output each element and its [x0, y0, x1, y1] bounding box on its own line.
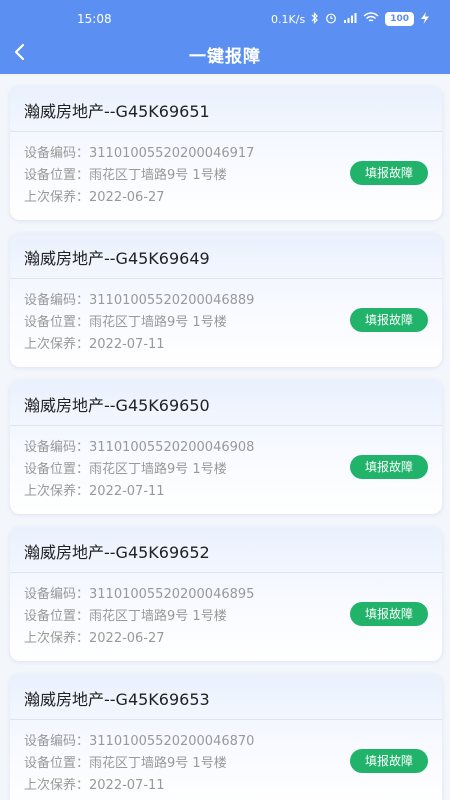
last-maintenance-value: 2022-06-27	[89, 631, 165, 646]
device-info: 设备编码：31101005520200046870 设备位置：雨花区丁墙路9号 …	[24, 731, 254, 797]
report-fault-button[interactable]: 填报故障	[350, 455, 428, 479]
wifi-icon	[363, 12, 379, 26]
device-title: 瀚威房地产--G45K69651	[24, 102, 210, 121]
last-maintenance-label: 上次保养：	[24, 484, 90, 499]
device-location-value: 雨花区丁墙路9号 1号楼	[89, 462, 227, 477]
device-card[interactable]: 瀚威房地产--G45K69653 设备编码：311010055202000468…	[10, 674, 442, 800]
last-maintenance-row: 上次保养：2022-06-27	[24, 628, 254, 650]
device-code-label: 设备编码：	[24, 587, 90, 602]
device-location-value: 雨花区丁墙路9号 1号楼	[89, 756, 227, 771]
report-fault-button[interactable]: 填报故障	[350, 308, 428, 332]
device-location-label: 设备位置：	[24, 756, 90, 771]
device-code-row: 设备编码：31101005520200046908	[24, 437, 254, 459]
device-location-row: 设备位置：雨花区丁墙路9号 1号楼	[24, 606, 254, 628]
battery-indicator: 100	[385, 12, 414, 26]
last-maintenance-value: 2022-07-11	[89, 484, 165, 499]
device-code-row: 设备编码：31101005520200046870	[24, 731, 254, 753]
device-info: 设备编码：31101005520200046908 设备位置：雨花区丁墙路9号 …	[24, 437, 254, 503]
device-info: 设备编码：31101005520200046889 设备位置：雨花区丁墙路9号 …	[24, 290, 254, 356]
signal-icon	[343, 12, 357, 26]
last-maintenance-value: 2022-07-11	[89, 778, 165, 793]
device-title: 瀚威房地产--G45K69653	[24, 690, 210, 709]
alarm-icon	[325, 12, 337, 26]
last-maintenance-value: 2022-06-27	[89, 190, 165, 205]
device-card[interactable]: 瀚威房地产--G45K69651 设备编码：311010055202000469…	[10, 86, 442, 220]
device-code-row: 设备编码：31101005520200046917	[24, 143, 254, 165]
device-code-value: 31101005520200046908	[89, 440, 255, 455]
last-maintenance-label: 上次保养：	[24, 778, 90, 793]
report-fault-button[interactable]: 填报故障	[350, 161, 428, 185]
bluetooth-icon	[311, 12, 319, 26]
last-maintenance-label: 上次保养：	[24, 631, 90, 646]
device-location-value: 雨花区丁墙路9号 1号楼	[89, 315, 227, 330]
last-maintenance-label: 上次保养：	[24, 337, 90, 352]
divider	[10, 425, 442, 426]
last-maintenance-row: 上次保养：2022-07-11	[24, 334, 254, 356]
device-code-value: 31101005520200046889	[89, 293, 255, 308]
device-code-value: 31101005520200046895	[89, 587, 255, 602]
device-location-row: 设备位置：雨花区丁墙路9号 1号楼	[24, 312, 254, 334]
device-card[interactable]: 瀚威房地产--G45K69649 设备编码：311010055202000468…	[10, 233, 442, 367]
status-bar: 15:08 0.1K/s 100	[0, 0, 450, 36]
device-code-row: 设备编码：31101005520200046895	[24, 584, 254, 606]
last-maintenance-row: 上次保养：2022-07-11	[24, 775, 254, 797]
device-code-label: 设备编码：	[24, 440, 90, 455]
device-location-value: 雨花区丁墙路9号 1号楼	[89, 168, 227, 183]
status-time: 15:08	[77, 12, 112, 26]
net-speed: 0.1K/s	[271, 12, 306, 26]
device-card[interactable]: 瀚威房地产--G45K69650 设备编码：311010055202000469…	[10, 380, 442, 514]
device-list: 瀚威房地产--G45K69651 设备编码：311010055202000469…	[10, 86, 442, 800]
device-title: 瀚威房地产--G45K69650	[24, 396, 210, 415]
divider	[10, 572, 442, 573]
divider	[10, 131, 442, 132]
device-location-label: 设备位置：	[24, 315, 90, 330]
device-location-row: 设备位置：雨花区丁墙路9号 1号楼	[24, 753, 254, 775]
app-header: 15:08 0.1K/s 100 一键报障	[0, 0, 450, 74]
device-location-label: 设备位置：	[24, 168, 90, 183]
device-card[interactable]: 瀚威房地产--G45K69652 设备编码：311010055202000468…	[10, 527, 442, 661]
device-title: 瀚威房地产--G45K69649	[24, 249, 210, 268]
report-fault-button[interactable]: 填报故障	[350, 602, 428, 626]
device-code-label: 设备编码：	[24, 293, 90, 308]
device-code-value: 31101005520200046917	[89, 146, 255, 161]
title-bar: 一键报障	[0, 36, 450, 74]
device-code-row: 设备编码：31101005520200046889	[24, 290, 254, 312]
status-icons: 0.1K/s 100	[271, 12, 430, 26]
device-info: 设备编码：31101005520200046895 设备位置：雨花区丁墙路9号 …	[24, 584, 254, 650]
page-title: 一键报障	[189, 47, 261, 67]
divider	[10, 719, 442, 720]
last-maintenance-label: 上次保养：	[24, 190, 90, 205]
device-code-label: 设备编码：	[24, 734, 90, 749]
last-maintenance-row: 上次保养：2022-06-27	[24, 187, 254, 209]
device-location-row: 设备位置：雨花区丁墙路9号 1号楼	[24, 165, 254, 187]
device-info: 设备编码：31101005520200046917 设备位置：雨花区丁墙路9号 …	[24, 143, 254, 209]
device-code-value: 31101005520200046870	[89, 734, 255, 749]
divider	[10, 278, 442, 279]
device-code-label: 设备编码：	[24, 146, 90, 161]
report-fault-button[interactable]: 填报故障	[350, 749, 428, 773]
last-maintenance-value: 2022-07-11	[89, 337, 165, 352]
charging-icon	[420, 12, 430, 26]
device-location-value: 雨花区丁墙路9号 1号楼	[89, 609, 227, 624]
device-title: 瀚威房地产--G45K69652	[24, 543, 210, 562]
device-location-label: 设备位置：	[24, 462, 90, 477]
device-location-row: 设备位置：雨花区丁墙路9号 1号楼	[24, 459, 254, 481]
device-location-label: 设备位置：	[24, 609, 90, 624]
last-maintenance-row: 上次保养：2022-07-11	[24, 481, 254, 503]
